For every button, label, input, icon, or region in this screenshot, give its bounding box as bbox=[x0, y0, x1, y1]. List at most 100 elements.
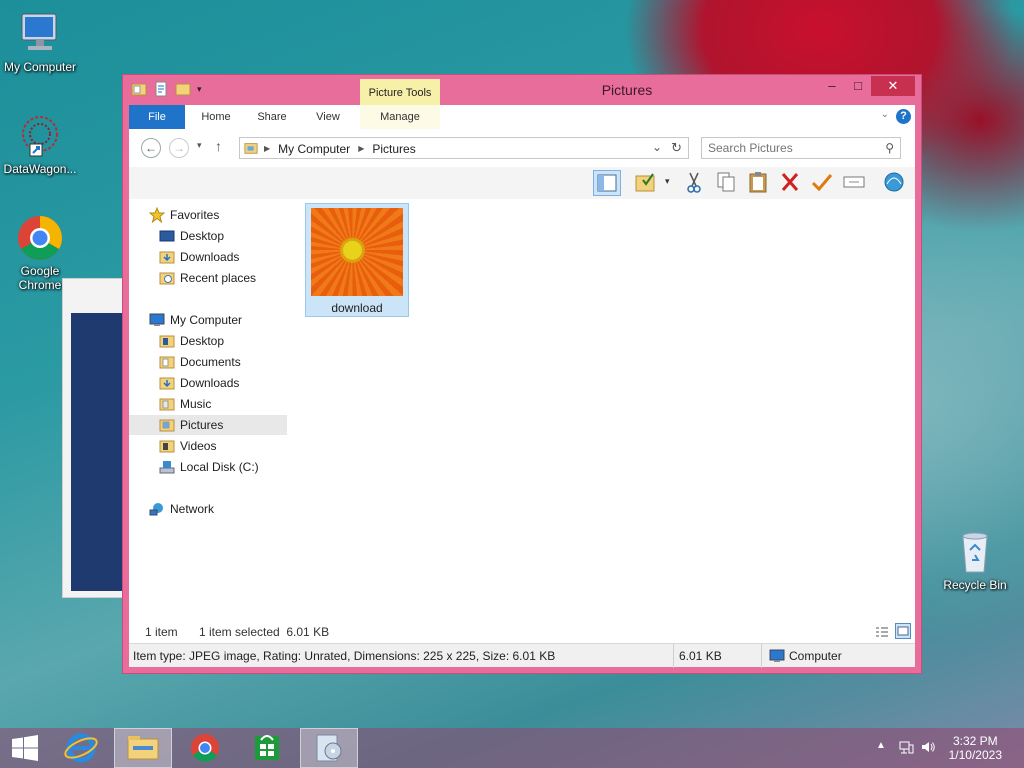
nav-favorites-downloads[interactable]: Downloads bbox=[129, 247, 287, 267]
file-explorer-icon bbox=[127, 736, 159, 760]
breadcrumb-my-computer[interactable]: My Computer bbox=[278, 142, 350, 156]
chrome-icon bbox=[16, 214, 64, 262]
tab-share[interactable]: Share bbox=[245, 105, 299, 129]
breadcrumb-separator-icon: ▶ bbox=[358, 144, 365, 153]
taskbar-file-explorer[interactable] bbox=[114, 728, 172, 768]
desktop-icon-datawagon[interactable]: DataWagon... bbox=[0, 112, 80, 176]
help-icon[interactable]: ? bbox=[896, 109, 911, 124]
start-button[interactable] bbox=[0, 728, 50, 768]
nav-computer-downloads[interactable]: Downloads bbox=[129, 373, 287, 393]
nav-item-label: Pictures bbox=[180, 418, 224, 432]
address-bar[interactable]: ▶ My Computer ▶ Pictures ⌄ ↻ bbox=[239, 137, 689, 159]
title-bar[interactable]: ▾ Picture Tools Pictures – □ ✕ bbox=[123, 75, 921, 105]
desktop-icon-recycle-bin[interactable]: Recycle Bin bbox=[935, 528, 1015, 592]
nav-computer-music[interactable]: Music bbox=[129, 394, 287, 414]
nav-item-label: Downloads bbox=[180, 376, 240, 390]
show-hidden-icons-icon[interactable]: ▲ bbox=[876, 740, 886, 751]
search-box[interactable]: ⚲ bbox=[701, 137, 901, 159]
nav-item-label: Local Disk (C:) bbox=[180, 460, 259, 474]
clock-time: 3:32 PM bbox=[952, 734, 998, 748]
cut-button[interactable] bbox=[681, 170, 709, 196]
nav-my-computer[interactable]: My Computer bbox=[129, 310, 287, 330]
check-button[interactable] bbox=[809, 170, 837, 196]
details-separator bbox=[761, 644, 762, 668]
nav-favorites[interactable]: Favorites bbox=[129, 205, 287, 225]
store-icon bbox=[255, 735, 279, 760]
desktop-icon-my-computer[interactable]: My Computer bbox=[0, 10, 80, 74]
volume-tray-icon[interactable] bbox=[920, 739, 936, 758]
taskbar-media-app[interactable] bbox=[300, 728, 358, 768]
tab-file[interactable]: File bbox=[129, 105, 185, 129]
computer-icon bbox=[149, 312, 165, 328]
nav-computer-documents[interactable]: Documents bbox=[129, 352, 287, 372]
copy-button[interactable] bbox=[713, 170, 741, 196]
refresh-icon[interactable]: ↻ bbox=[671, 140, 682, 156]
window-controls: – □ ✕ bbox=[819, 76, 915, 96]
nav-favorites-desktop[interactable]: Desktop bbox=[129, 226, 287, 246]
system-clock[interactable]: 3:32 PM 1/10/2023 bbox=[949, 734, 1002, 762]
nav-item-label: Network bbox=[170, 502, 215, 516]
paste-button[interactable] bbox=[745, 170, 773, 196]
navigation-pane[interactable]: Favorites Desktop Downloads Recent place… bbox=[129, 199, 287, 617]
star-icon bbox=[148, 206, 166, 224]
back-button[interactable]: ← bbox=[141, 138, 161, 158]
search-input[interactable] bbox=[708, 141, 873, 155]
file-thumbnail bbox=[311, 208, 403, 296]
tab-view[interactable]: View bbox=[301, 105, 355, 129]
breadcrumb-separator-icon: ▶ bbox=[264, 144, 271, 153]
clipboard-icon bbox=[749, 172, 767, 193]
nav-computer-videos[interactable]: Videos bbox=[129, 436, 287, 456]
nav-computer-pictures[interactable]: Pictures bbox=[129, 415, 287, 435]
preview-pane-button[interactable] bbox=[593, 170, 621, 196]
minimize-button[interactable]: – bbox=[819, 76, 845, 96]
command-toolbar: ▾ bbox=[129, 167, 915, 199]
file-list[interactable]: download bbox=[299, 199, 915, 617]
close-button[interactable]: ✕ bbox=[871, 76, 915, 96]
desktop-icon bbox=[159, 228, 175, 244]
breadcrumb-pictures[interactable]: Pictures bbox=[372, 142, 415, 156]
share-button[interactable] bbox=[881, 170, 909, 196]
address-dropdown-icon[interactable]: ⌄ bbox=[652, 140, 662, 154]
nav-computer-local-disk[interactable]: Local Disk (C:) bbox=[129, 457, 287, 477]
taskbar-internet-explorer[interactable] bbox=[52, 728, 110, 768]
delete-button[interactable] bbox=[777, 170, 805, 196]
desktop-folder-icon bbox=[159, 333, 175, 349]
explorer-window[interactable]: ▾ Picture Tools Pictures – □ ✕ File Home… bbox=[122, 74, 922, 674]
desktop-icon-label: DataWagon... bbox=[3, 162, 77, 176]
recent-locations-icon[interactable]: ▾ bbox=[197, 140, 202, 151]
nav-item-label: Music bbox=[180, 397, 212, 411]
tab-manage[interactable]: Manage bbox=[360, 105, 440, 129]
nav-item-label: Desktop bbox=[180, 229, 225, 243]
collapse-ribbon-icon[interactable]: ⌄ bbox=[881, 109, 889, 120]
item-count: 1 item bbox=[145, 625, 178, 639]
delete-x-icon bbox=[781, 173, 799, 191]
selection-status: 1 item selected 6.01 KB bbox=[199, 625, 330, 639]
details-separator bbox=[673, 644, 674, 668]
taskbar-store[interactable] bbox=[238, 728, 296, 768]
documents-folder-icon bbox=[159, 354, 175, 370]
forward-button[interactable]: → bbox=[169, 138, 189, 158]
videos-folder-icon bbox=[159, 438, 175, 454]
select-folder-button[interactable] bbox=[633, 170, 661, 196]
file-item[interactable]: download bbox=[305, 203, 409, 317]
address-row: ← → ▾ ↑ ▶ My Computer ▶ Pictures ⌄ ↻ ⚲ bbox=[129, 129, 915, 167]
toolbar-dropdown-icon[interactable]: ▾ bbox=[665, 176, 670, 187]
media-disc-icon bbox=[316, 734, 342, 762]
rename-button[interactable] bbox=[841, 170, 869, 196]
nav-favorites-recent-places[interactable]: Recent places bbox=[129, 268, 287, 288]
up-arrow-icon[interactable]: ↑ bbox=[215, 138, 222, 154]
nav-network[interactable]: Network bbox=[129, 499, 287, 519]
tab-home[interactable]: Home bbox=[189, 105, 243, 129]
nav-computer-desktop[interactable]: Desktop bbox=[129, 331, 287, 351]
large-icons-view-button[interactable] bbox=[895, 623, 911, 639]
network-tray-icon[interactable] bbox=[898, 739, 914, 758]
search-icon[interactable]: ⚲ bbox=[885, 141, 894, 155]
taskbar-google-chrome[interactable] bbox=[176, 728, 234, 768]
maximize-button[interactable]: □ bbox=[845, 76, 871, 96]
nav-item-label: Desktop bbox=[180, 334, 225, 348]
nav-item-label: Recent places bbox=[180, 271, 257, 285]
window-title: Pictures bbox=[601, 82, 653, 98]
recycle-bin-icon bbox=[951, 528, 999, 576]
details-view-button[interactable] bbox=[873, 623, 889, 639]
monitor-icon bbox=[16, 10, 64, 58]
